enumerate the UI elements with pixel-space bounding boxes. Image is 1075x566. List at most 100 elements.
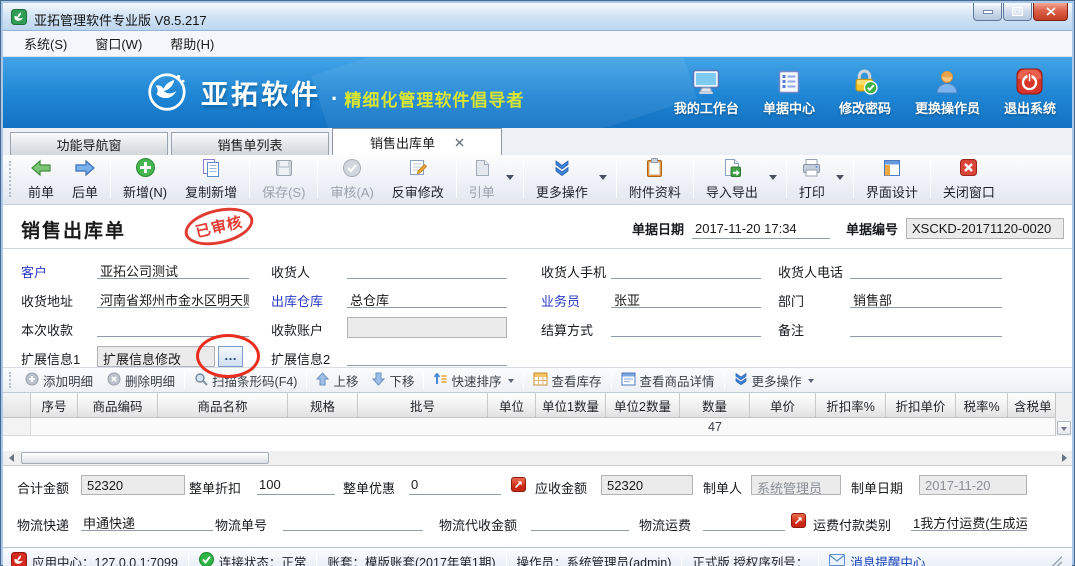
scan-barcode-icon <box>194 372 208 389</box>
doc-date-field[interactable]: 2017-11-20 17:34 <box>692 219 830 239</box>
col-header-tax-rate[interactable]: 税率% <box>956 393 1008 417</box>
action-my-workspace[interactable]: 我的工作台 <box>674 68 739 117</box>
field-label-salesman: 业务员 <box>507 288 611 310</box>
col-header-discount-rate[interactable]: 折扣率% <box>816 393 886 417</box>
scroll-right-button[interactable] <box>1056 452 1072 464</box>
col-header-product-code[interactable]: 商品编码 <box>78 393 158 417</box>
toolbar-separator <box>523 160 524 198</box>
h-scrollbar[interactable] <box>3 451 1072 466</box>
col-header-qty[interactable]: 数量 <box>680 393 750 417</box>
remark-field[interactable] <box>850 317 1002 337</box>
add-detail-button[interactable]: 添加明细 <box>18 371 100 390</box>
menu-item-window[interactable]: 窗口(W) <box>84 31 153 56</box>
view-product-button[interactable]: 查看商品详情 <box>614 371 722 390</box>
message-center-link[interactable]: 消息提醒中心 <box>829 552 925 566</box>
col-header-unit2-qty[interactable]: 单位2数量 <box>606 393 680 417</box>
ext2-field[interactable] <box>347 346 507 366</box>
scroll-down-button[interactable] <box>1057 421 1071 435</box>
col-header-discount-price[interactable]: 折扣单价 <box>886 393 956 417</box>
address-field[interactable]: 河南省郑州市金水区明天财 <box>97 288 249 308</box>
tab-sales-order-list[interactable]: 销售单列表 <box>171 132 329 155</box>
freight-pay-type-field[interactable]: 1我方付运费(生成运 <box>911 512 1027 531</box>
prev-order-button[interactable]: 前单 <box>19 155 63 203</box>
consignee-field[interactable] <box>347 259 507 279</box>
tracking-no-field[interactable] <box>283 512 423 531</box>
ellipsis-button[interactable]: … <box>218 346 243 367</box>
scroll-thumb[interactable] <box>21 452 269 464</box>
more-detail-actions-button[interactable]: 更多操作 <box>727 371 821 390</box>
tab-close-icon[interactable] <box>455 138 464 147</box>
action-switch-operator[interactable]: 更换操作员 <box>915 68 980 117</box>
current-payment-field[interactable] <box>97 317 249 337</box>
add-new-button[interactable]: 新增(N) <box>114 155 176 203</box>
statusbar-separator <box>188 553 189 566</box>
col-header-unit[interactable]: 单位 <box>488 393 536 417</box>
col-header-unit1-qty[interactable]: 单位1数量 <box>536 393 606 417</box>
dropdown-caret-icon[interactable] <box>506 175 514 184</box>
maximize-button[interactable] <box>1003 3 1032 21</box>
unaudit-modify-button[interactable]: 反审修改 <box>383 155 453 203</box>
import-export-button[interactable]: 导入导出 <box>697 155 767 203</box>
order-reduction-field[interactable]: 0 <box>409 476 501 495</box>
next-order-button[interactable]: 后单 <box>63 155 107 203</box>
settlement-field[interactable] <box>611 317 761 337</box>
action-exit-system[interactable]: 退出系统 <box>1004 68 1056 117</box>
row-indicator-header <box>3 393 31 417</box>
label-maker: 制单人 <box>703 478 742 497</box>
cod-amount-field[interactable] <box>531 512 629 531</box>
resize-grip[interactable] <box>1052 556 1062 566</box>
quick-sort-button[interactable]: 快速排序 <box>426 371 520 390</box>
col-header-price[interactable]: 单价 <box>750 393 816 417</box>
logistics-express-field[interactable]: 申通快递 <box>81 512 213 531</box>
print-button[interactable]: 打印 <box>790 155 834 203</box>
label-logistics-express: 物流快递 <box>17 515 69 534</box>
warehouse-field[interactable]: 总仓库 <box>347 288 507 308</box>
copy-new-button[interactable]: 复制新增 <box>176 155 246 203</box>
consignee-phone-field[interactable] <box>850 259 1002 279</box>
col-header-seq[interactable]: 序号 <box>31 393 78 417</box>
triangle-left-icon <box>5 454 14 462</box>
consignee-mobile-field[interactable] <box>611 259 761 279</box>
scroll-left-button[interactable] <box>3 452 19 464</box>
col-header-spec[interactable]: 规格 <box>288 393 358 417</box>
menubar: 系统(S) 窗口(W) 帮助(H) <box>3 31 1072 57</box>
action-document-center[interactable]: 单据中心 <box>763 68 815 117</box>
detail-toolbar-grip[interactable] <box>9 372 13 388</box>
order-discount-field[interactable]: 100 <box>257 476 335 495</box>
close-window-button[interactable]: 关闭窗口 <box>934 155 1004 203</box>
dropdown-caret-icon[interactable] <box>769 175 777 184</box>
v-scrollbar[interactable] <box>1055 393 1072 436</box>
salesman-field[interactable]: 张亚 <box>611 288 761 308</box>
detail-toolbar-separator <box>523 372 524 389</box>
audit-stamp: 已审核 <box>181 202 257 252</box>
close-button[interactable] <box>1033 3 1068 21</box>
dropdown-caret-icon[interactable] <box>599 175 607 184</box>
more-actions-button[interactable]: 更多操作 <box>527 155 597 203</box>
customer-field[interactable]: 亚拓公司测试 <box>97 259 249 279</box>
col-header-product-name[interactable]: 商品名称 <box>158 393 288 417</box>
tab-sales-outbound[interactable]: 销售出库单 <box>332 128 502 155</box>
move-down-button[interactable]: 下移 <box>365 371 421 390</box>
minimize-button[interactable] <box>973 3 1002 21</box>
delete-detail-button[interactable]: 删除明细 <box>100 371 182 390</box>
quick-calc-button[interactable] <box>791 513 806 528</box>
action-change-password[interactable]: 修改密码 <box>839 68 891 117</box>
toolbar-grip[interactable] <box>9 161 13 197</box>
view-product-icon <box>621 372 636 389</box>
move-up-button[interactable]: 上移 <box>309 371 365 390</box>
quick-calc-button[interactable] <box>511 477 526 492</box>
col-header-tax-price[interactable]: 含税单 <box>1008 393 1055 417</box>
exit-system-icon <box>1016 68 1043 95</box>
dropdown-caret-icon[interactable] <box>836 175 844 184</box>
menu-item-help[interactable]: 帮助(H) <box>159 31 225 56</box>
attachments-button[interactable]: 附件资料 <box>620 155 690 203</box>
col-header-batch-no[interactable]: 批号 <box>358 393 488 417</box>
field-label-consignee-phone: 收货人电话 <box>761 259 850 281</box>
menu-item-system[interactable]: 系统(S) <box>13 31 78 56</box>
tab-function-nav[interactable]: 功能导航窗 <box>10 132 168 155</box>
scan-barcode-button[interactable]: 扫描条形码(F4) <box>187 371 304 390</box>
freight-field[interactable] <box>703 512 785 531</box>
department-field[interactable]: 销售部 <box>850 288 1002 308</box>
ui-design-button[interactable]: 界面设计 <box>857 155 927 203</box>
view-stock-button[interactable]: 查看库存 <box>526 371 609 390</box>
